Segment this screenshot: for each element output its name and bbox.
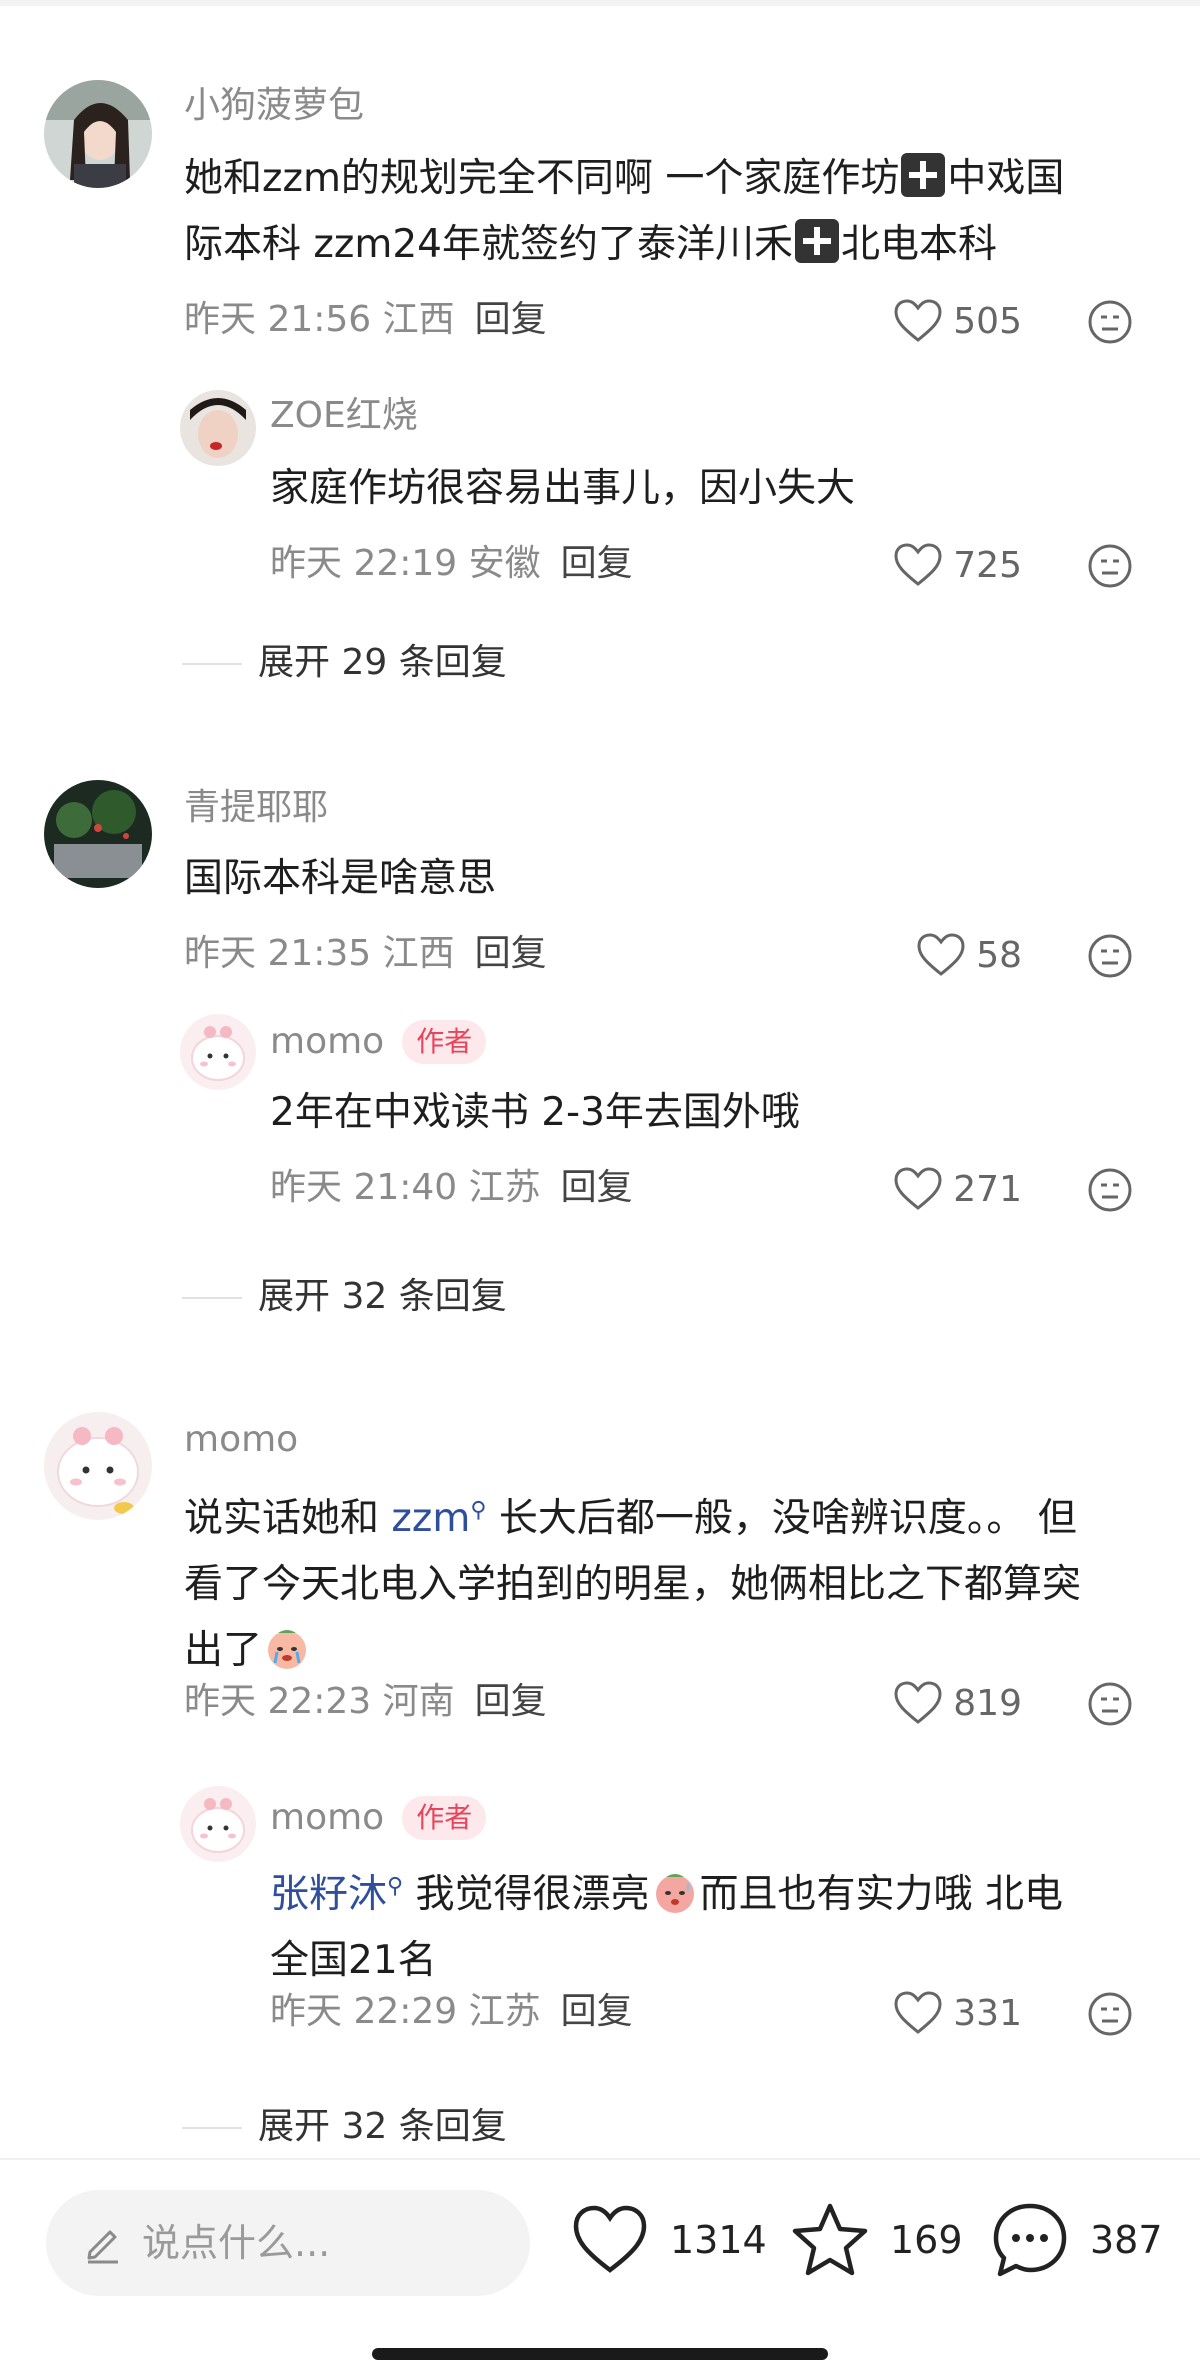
reply-text: 2年在中戏读书 2-3年去国外哦 <box>270 1090 800 1135</box>
username[interactable]: 青提耶耶 <box>184 786 328 830</box>
comment-input-placeholder: 说点什么... <box>142 2221 331 2265</box>
reply-meta: 昨天 22:19 安徽 回复 <box>270 543 633 584</box>
username[interactable]: momo <box>184 1418 298 1462</box>
comment-bubble-icon <box>993 2203 1067 2277</box>
dislike-face-icon[interactable] <box>1086 542 1134 590</box>
dislike-face-icon[interactable] <box>1086 1680 1134 1728</box>
comment-count: 387 <box>1090 2218 1163 2262</box>
post-like-count: 1314 <box>670 2218 767 2262</box>
mention-link[interactable]: zzm <box>391 1496 470 1541</box>
expand-replies-button[interactable]: 展开 29 条回复 <box>258 641 507 685</box>
mention-link[interactable]: 张籽沐 <box>270 1872 387 1917</box>
avatar[interactable] <box>44 80 152 188</box>
username[interactable]: ZOE红烧 <box>270 394 418 438</box>
heart-icon <box>894 543 942 586</box>
expand-divider <box>182 1297 242 1299</box>
reply-button[interactable]: 回复 <box>561 543 633 584</box>
like-count: 725 <box>953 544 1022 586</box>
reply-meta: 昨天 21:40 江苏 回复 <box>270 1167 633 1208</box>
reply-button[interactable]: 回复 <box>475 299 547 340</box>
comment-input[interactable]: 说点什么... <box>46 2190 530 2296</box>
home-indicator[interactable] <box>372 2348 828 2360</box>
like-button[interactable]: 819 <box>893 1678 1022 1728</box>
heart-icon <box>894 299 942 342</box>
sweating-emoji-icon <box>655 1874 694 1913</box>
plus-emoji-icon <box>794 219 839 263</box>
reply-button[interactable]: 回复 <box>561 1991 633 2032</box>
plus-emoji-icon <box>901 153 946 197</box>
like-button[interactable]: 331 <box>893 1988 1022 2038</box>
crying-emoji-icon <box>268 1630 307 1669</box>
avatar[interactable] <box>180 1014 256 1090</box>
comment-text: 她和zzm的规划完全不同啊 一个家庭作坊 中戏国 际本科 zzm24年就签约了泰洋… <box>184 146 1154 278</box>
username: momo 作者 <box>270 1796 487 1840</box>
heart-icon <box>573 2205 647 2273</box>
star-icon <box>792 2203 868 2276</box>
heart-icon <box>917 933 965 976</box>
like-button[interactable]: 271 <box>893 1164 1022 1214</box>
expand-divider <box>182 663 242 665</box>
username-link[interactable]: momo <box>270 1797 384 1838</box>
comments-button[interactable]: 387 <box>990 2200 1163 2280</box>
like-count: 331 <box>953 1992 1022 2034</box>
like-count: 505 <box>953 300 1022 342</box>
reply-button[interactable]: 回复 <box>561 1167 633 1208</box>
dislike-face-icon[interactable] <box>1086 1990 1134 2038</box>
bottom-action-bar: 说点什么... 1314 169 387 <box>0 2158 1200 2375</box>
author-badge: 作者 <box>402 1796 487 1840</box>
like-count: 819 <box>953 1682 1022 1724</box>
avatar[interactable] <box>44 780 152 888</box>
expand-divider <box>182 2127 242 2129</box>
favorite-count: 169 <box>890 2218 963 2262</box>
comment-meta: 昨天 21:56 江西 回复 <box>184 299 547 340</box>
expand-replies-button[interactable]: 展开 32 条回复 <box>258 1275 507 1319</box>
username-link[interactable]: momo <box>270 1021 384 1062</box>
author-badge: 作者 <box>402 1020 487 1064</box>
like-button[interactable]: 58 <box>916 930 1022 980</box>
reply-button[interactable]: 回复 <box>475 1681 547 1722</box>
search-icon: ⚲ <box>470 1498 487 1523</box>
like-count: 271 <box>953 1168 1022 1210</box>
heart-icon <box>894 1167 942 1210</box>
favorite-button[interactable]: 169 <box>790 2200 963 2280</box>
search-icon: ⚲ <box>387 1874 404 1899</box>
comment-text: 说实话她和 zzm⚲ 长大后都一般，没啥辨识度。。 但 看了今天北电入学拍到的明… <box>184 1496 1082 1673</box>
reply-button[interactable]: 回复 <box>475 933 547 974</box>
dislike-face-icon[interactable] <box>1086 1166 1134 1214</box>
reply-text: 张籽沐⚲ 我觉得很漂亮 而且也有实力哦 北电 全国21名 <box>270 1854 1130 1994</box>
expand-replies-button[interactable]: 展开 32 条回复 <box>258 2105 507 2149</box>
avatar[interactable] <box>180 1786 256 1862</box>
pencil-icon <box>87 2230 118 2264</box>
comment-meta: 昨天 22:23 河南 回复 <box>184 1681 547 1722</box>
comment-meta: 昨天 21:35 江西 回复 <box>184 933 547 974</box>
heart-icon <box>894 1681 942 1724</box>
heart-icon <box>894 1991 942 2034</box>
avatar[interactable] <box>180 390 256 466</box>
reply-meta: 昨天 22:29 江苏 回复 <box>270 1991 633 2032</box>
like-button[interactable]: 725 <box>893 540 1022 590</box>
like-post-button[interactable]: 1314 <box>570 2200 767 2280</box>
like-count: 58 <box>976 934 1022 976</box>
comment-text: 国际本科是啥意思 <box>184 856 497 901</box>
username: momo 作者 <box>270 1020 487 1064</box>
reply-text: 家庭作坊很容易出事儿，因小失大 <box>270 466 856 511</box>
dislike-face-icon[interactable] <box>1086 932 1134 980</box>
like-button[interactable]: 505 <box>893 296 1022 346</box>
dislike-face-icon[interactable] <box>1086 298 1134 346</box>
avatar[interactable] <box>44 1412 152 1520</box>
username[interactable]: 小狗菠萝包 <box>184 84 364 128</box>
top-divider <box>0 0 1200 6</box>
